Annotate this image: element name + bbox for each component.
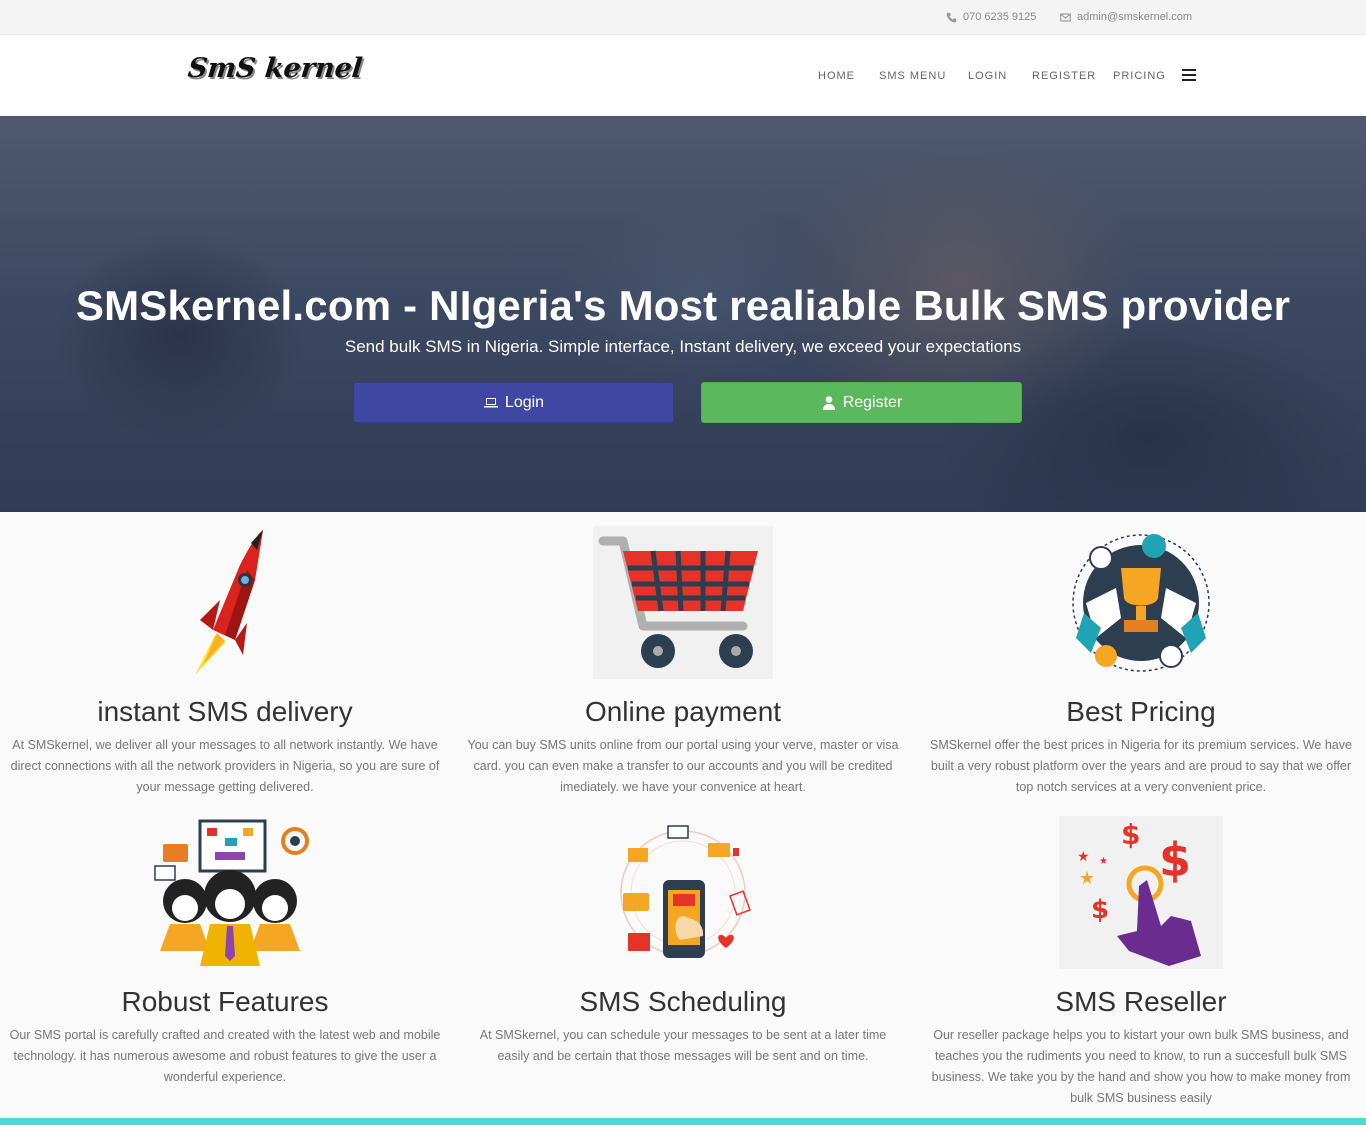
user-icon [822, 395, 835, 410]
hamburger-icon[interactable] [1182, 69, 1196, 81]
mobile-shopping-icon [620, 825, 751, 958]
site-logo[interactable]: SmS kernel [186, 53, 363, 84]
phone-contact[interactable]: 070 6235 9125 [946, 11, 1036, 23]
team-presentation-icon [154, 819, 309, 966]
feature-reseller: $ $ $ ★ ★ ★ SMS Reseller Our reseller pa… [921, 810, 1361, 1115]
email-contact[interactable]: admin@smskernel.com [1060, 11, 1192, 23]
svg-text:$: $ [1091, 895, 1109, 925]
hero-subtitle: Send bulk SMS in Nigeria. Simple interfa… [344, 337, 1022, 356]
register-button-label: Register [842, 393, 903, 411]
feature-text: Our reseller package helps you to kistar… [931, 1028, 1351, 1105]
feature-title: SMS Scheduling [579, 986, 787, 1017]
feature-scheduling: SMS Scheduling At SMSkernel, you can sch… [463, 810, 903, 1095]
nav-sms-menu[interactable]: SMS MENU [879, 70, 946, 82]
main-navbar: SmS kernel HOME SMS MENU LOGIN REGISTER … [0, 35, 1366, 116]
feature-text: SMSkernel offer the best prices in Niger… [930, 738, 1352, 794]
trophy-icon [1072, 534, 1210, 672]
nav-home[interactable]: HOME [818, 70, 855, 82]
feature-text: Our SMS portal is carefully crafted and … [9, 1028, 441, 1084]
feature-best-pricing: Best Pricing SMSkernel offer the best pr… [921, 520, 1361, 805]
envelope-icon [1060, 13, 1071, 21]
register-button[interactable]: Register [701, 382, 1022, 423]
feature-instant-delivery: instant SMS delivery At SMSkernel, we de… [5, 520, 445, 805]
feature-title: instant SMS delivery [97, 696, 353, 727]
hero-banner: SMSkernel.com - NIgeria's Most realiable… [0, 116, 1366, 512]
feature-title: Best Pricing [1066, 696, 1216, 727]
feature-title: Online payment [584, 696, 782, 727]
laptop-icon [483, 397, 498, 407]
svg-text:$: $ [1121, 818, 1140, 851]
nav-register[interactable]: REGISTER [1032, 70, 1096, 82]
login-button[interactable]: Login [353, 382, 674, 423]
svg-text:★: ★ [1079, 868, 1095, 889]
feature-text: At SMSkernel, we deliver all your messag… [10, 738, 440, 794]
feature-text: At SMSkernel, you can schedule your mess… [479, 1028, 887, 1063]
nav-pricing[interactable]: PRICING [1113, 70, 1166, 82]
rocket-icon [195, 530, 263, 675]
bottom-accent-bar [0, 1118, 1366, 1125]
svg-text:★: ★ [1077, 849, 1090, 865]
phone-number: 070 6235 9125 [963, 11, 1037, 23]
hero-title: SMSkernel.com - NIgeria's Most realiable… [75, 282, 1291, 329]
feature-text: You can buy SMS units online from our po… [467, 738, 899, 794]
svg-text:★: ★ [1099, 856, 1108, 867]
feature-title: Robust Features [121, 986, 329, 1017]
nav-login[interactable]: LOGIN [968, 70, 1007, 82]
top-contact-bar: 070 6235 9125 admin@smskernel.com [0, 0, 1366, 35]
login-button-label: Login [504, 393, 545, 411]
phone-icon [946, 12, 957, 22]
feature-robust: Robust Features Our SMS portal is carefu… [5, 810, 445, 1095]
feature-online-payment: Online payment You can buy SMS units onl… [463, 520, 903, 805]
hand-dollar-icon: $ $ $ ★ ★ ★ [1059, 816, 1223, 969]
email-address: admin@smskernel.com [1077, 11, 1193, 23]
shopping-cart-icon [593, 526, 773, 679]
feature-title: SMS Reseller [1055, 986, 1227, 1017]
svg-text:$: $ [1159, 833, 1191, 887]
